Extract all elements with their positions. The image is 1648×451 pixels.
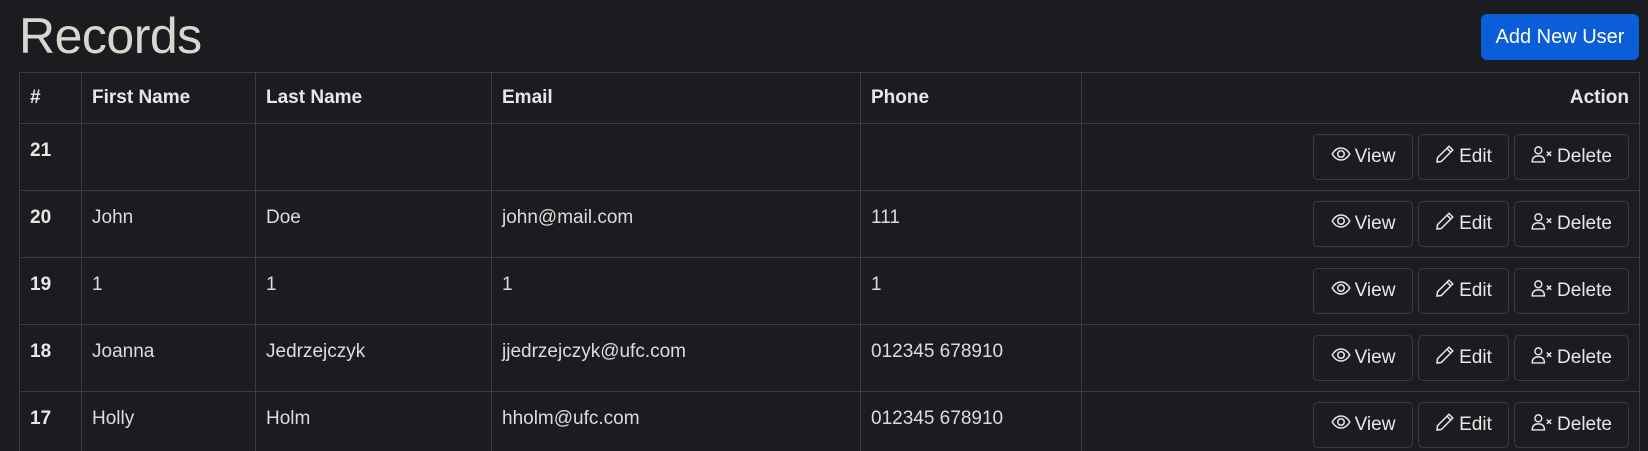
edit-button[interactable]: Edit	[1418, 335, 1509, 381]
edit-button-label: Edit	[1459, 146, 1492, 167]
pencil-icon	[1435, 278, 1459, 304]
header-action: Action	[1081, 72, 1640, 124]
view-button-label: View	[1354, 347, 1396, 368]
cell-actions: View Edit Delete	[1081, 123, 1640, 191]
delete-button-label: Delete	[1557, 213, 1612, 234]
person-x-icon	[1531, 144, 1557, 170]
eye-icon	[1330, 211, 1355, 237]
cell-last-name: Doe	[255, 190, 492, 258]
edit-button-label: Edit	[1459, 280, 1492, 301]
edit-button[interactable]: Edit	[1418, 268, 1509, 314]
table-row: 17 Holly Holm hholm@ufc.com 012345 67891…	[19, 391, 1640, 451]
cell-phone: 111	[860, 190, 1082, 258]
delete-button-label: Delete	[1557, 414, 1612, 435]
edit-button-label: Edit	[1459, 213, 1492, 234]
cell-first-name	[81, 123, 256, 191]
add-new-user-button[interactable]: Add New User	[1481, 14, 1639, 60]
delete-button-label: Delete	[1557, 347, 1612, 368]
view-button[interactable]: View	[1313, 268, 1413, 314]
view-button-label: View	[1354, 414, 1396, 435]
table-header: # First Name Last Name Email Phone Actio…	[19, 72, 1640, 124]
cell-last-name	[255, 123, 492, 191]
cell-last-name: Jedrzejczyk	[255, 324, 492, 392]
cell-id: 21	[19, 123, 82, 191]
cell-id: 17	[19, 391, 82, 451]
view-button-label: View	[1354, 280, 1396, 301]
delete-button[interactable]: Delete	[1514, 134, 1629, 180]
cell-email: hholm@ufc.com	[491, 391, 861, 451]
table-row: 19 1 1 1 1 View Edit Delete	[19, 257, 1640, 325]
header-id: #	[19, 72, 82, 124]
table-body: 21 View Edit Delete 20 John Doe john@mai…	[19, 123, 1640, 451]
delete-button-label: Delete	[1557, 280, 1612, 301]
records-table-wrapper: # First Name Last Name Email Phone Actio…	[19, 72, 1640, 451]
cell-actions: View Edit Delete	[1081, 391, 1640, 451]
pencil-icon	[1435, 211, 1459, 237]
header-email: Email	[491, 72, 861, 124]
table-row: 21 View Edit Delete	[19, 123, 1640, 191]
cell-last-name: Holm	[255, 391, 492, 451]
cell-actions: View Edit Delete	[1081, 257, 1640, 325]
person-x-icon	[1531, 412, 1557, 438]
cell-first-name: 1	[81, 257, 256, 325]
person-x-icon	[1531, 345, 1557, 371]
delete-button-label: Delete	[1557, 146, 1612, 167]
cell-email: jjedrzejczyk@ufc.com	[491, 324, 861, 392]
edit-button[interactable]: Edit	[1418, 201, 1509, 247]
records-table: # First Name Last Name Email Phone Actio…	[19, 72, 1640, 451]
cell-email: john@mail.com	[491, 190, 861, 258]
eye-icon	[1330, 144, 1355, 170]
view-button[interactable]: View	[1313, 402, 1413, 448]
cell-email	[491, 123, 861, 191]
person-x-icon	[1531, 278, 1557, 304]
cell-first-name: Holly	[81, 391, 256, 451]
cell-first-name: John	[81, 190, 256, 258]
header-first-name: First Name	[81, 72, 256, 124]
edit-button[interactable]: Edit	[1418, 134, 1509, 180]
delete-button[interactable]: Delete	[1514, 335, 1629, 381]
pencil-icon	[1435, 345, 1459, 371]
cell-id: 20	[19, 190, 82, 258]
records-page: Records Add New User # First Name Last N…	[0, 0, 1648, 451]
view-button[interactable]: View	[1313, 335, 1413, 381]
cell-first-name: Joanna	[81, 324, 256, 392]
header-phone: Phone	[860, 72, 1082, 124]
delete-button[interactable]: Delete	[1514, 268, 1629, 314]
person-x-icon	[1531, 211, 1557, 237]
cell-actions: View Edit Delete	[1081, 190, 1640, 258]
cell-phone: 012345 678910	[860, 391, 1082, 451]
header-last-name: Last Name	[255, 72, 492, 124]
cell-actions: View Edit Delete	[1081, 324, 1640, 392]
header-row: # First Name Last Name Email Phone Actio…	[19, 72, 1640, 124]
delete-button[interactable]: Delete	[1514, 402, 1629, 448]
eye-icon	[1330, 345, 1355, 371]
view-button-label: View	[1354, 146, 1396, 167]
cell-id: 19	[19, 257, 82, 325]
cell-phone	[860, 123, 1082, 191]
page-header: Records Add New User	[19, 0, 1639, 70]
cell-id: 18	[19, 324, 82, 392]
page-title: Records	[19, 8, 202, 64]
pencil-icon	[1435, 412, 1459, 438]
view-button[interactable]: View	[1313, 201, 1413, 247]
cell-email: 1	[491, 257, 861, 325]
delete-button[interactable]: Delete	[1514, 201, 1629, 247]
eye-icon	[1330, 412, 1355, 438]
eye-icon	[1330, 278, 1355, 304]
view-button[interactable]: View	[1313, 134, 1413, 180]
view-button-label: View	[1354, 213, 1396, 234]
edit-button[interactable]: Edit	[1418, 402, 1509, 448]
cell-last-name: 1	[255, 257, 492, 325]
table-row: 20 John Doe john@mail.com 111 View Edit …	[19, 190, 1640, 258]
edit-button-label: Edit	[1459, 347, 1492, 368]
edit-button-label: Edit	[1459, 414, 1492, 435]
table-row: 18 Joanna Jedrzejczyk jjedrzejczyk@ufc.c…	[19, 324, 1640, 392]
cell-phone: 1	[860, 257, 1082, 325]
pencil-icon	[1435, 144, 1459, 170]
cell-phone: 012345 678910	[860, 324, 1082, 392]
